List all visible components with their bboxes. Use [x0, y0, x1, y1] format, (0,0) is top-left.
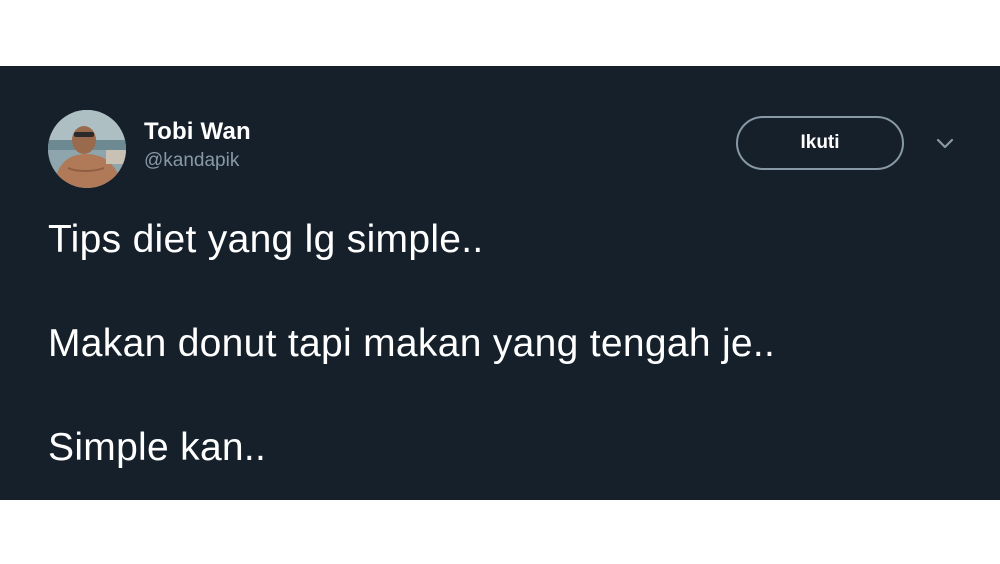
tweet-line: Tips diet yang lg simple..: [48, 218, 484, 261]
follow-button-label: Ikuti: [800, 132, 840, 153]
tweet-text: Tips diet yang lg simple.. Makan donut t…: [48, 214, 948, 474]
user-names: Tobi Wan @kandapik: [144, 118, 251, 173]
line-break: [48, 266, 948, 318]
tweet-header: Tobi Wan @kandapik Ikuti: [48, 110, 978, 190]
chevron-down-icon[interactable]: [934, 132, 956, 154]
author-handle[interactable]: @kandapik: [144, 149, 251, 173]
tweet-line: Makan donut tapi makan yang tengah je..: [48, 322, 776, 365]
page: Tobi Wan @kandapik Ikuti Tips diet yang …: [0, 0, 1000, 564]
avatar-photo: [48, 110, 126, 188]
tweet-card: Tobi Wan @kandapik Ikuti Tips diet yang …: [0, 66, 1000, 500]
author-display-name[interactable]: Tobi Wan: [144, 118, 251, 146]
follow-button[interactable]: Ikuti: [736, 116, 904, 170]
tweet-line: Simple kan..: [48, 426, 267, 469]
avatar[interactable]: [48, 110, 126, 188]
line-break: [48, 370, 948, 422]
